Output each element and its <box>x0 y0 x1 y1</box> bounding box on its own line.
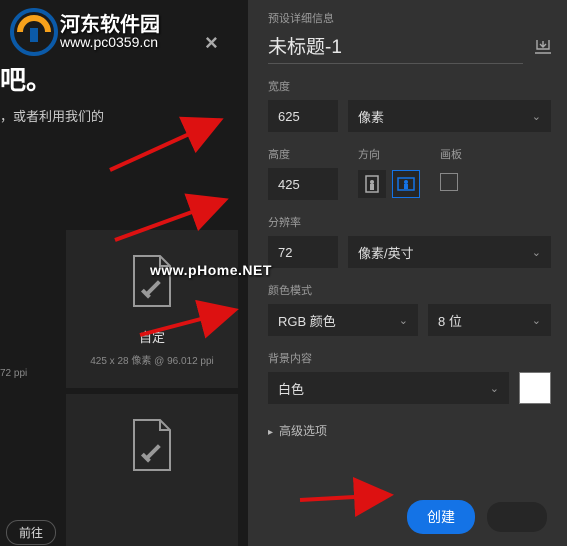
width-label: 宽度 <box>268 78 551 94</box>
dropdown-value: 8 位 <box>438 311 462 330</box>
watermark-center: www.pHome.NET <box>150 262 272 278</box>
left-meta-text: 72 ppi <box>0 368 27 379</box>
dropdown-value: 像素 <box>358 107 384 126</box>
height-input[interactable] <box>268 168 338 200</box>
preset-tile-2[interactable] <box>66 394 238 546</box>
background-dropdown[interactable]: 白色 ⌄ <box>268 372 509 404</box>
create-button[interactable]: 创建 <box>407 500 475 534</box>
artboard-checkbox[interactable] <box>440 173 458 191</box>
colormode-dropdown[interactable]: RGB 颜色 ⌄ <box>268 304 418 336</box>
dropdown-value: 像素/英寸 <box>358 243 414 262</box>
chevron-down-icon: ⌄ <box>532 110 541 123</box>
watermark-site-url: www.pc0359.cn <box>60 34 158 50</box>
colormode-label: 颜色模式 <box>268 282 551 298</box>
goto-button[interactable]: 前往 <box>6 520 56 545</box>
height-label: 高度 <box>268 146 338 162</box>
watermark-logo-icon <box>10 8 58 56</box>
preset-tile-custom[interactable]: 自定 425 x 28 像素 @ 96.012 ppi <box>66 230 238 388</box>
save-preset-icon[interactable] <box>535 40 551 57</box>
resolution-unit-dropdown[interactable]: 像素/英寸 ⌄ <box>348 236 551 268</box>
tile-label: 自定 <box>66 327 238 346</box>
document-icon <box>130 418 174 472</box>
width-input[interactable] <box>268 100 338 132</box>
dropdown-value: RGB 颜色 <box>278 311 336 330</box>
orientation-label: 方向 <box>358 146 420 162</box>
advanced-options-toggle[interactable]: ▸ 高级选项 <box>268 422 551 439</box>
advanced-options-label: 高级选项 <box>279 424 327 438</box>
tile-meta: 425 x 28 像素 @ 96.012 ppi <box>66 352 238 367</box>
chevron-down-icon: ⌄ <box>532 246 541 259</box>
left-subtext: ，或者利用我们的 <box>0 106 104 125</box>
resolution-label: 分辨率 <box>268 214 551 230</box>
watermark-site-name: 河东软件园 <box>60 8 160 37</box>
close-icon[interactable]: × <box>205 30 218 56</box>
document-title-input[interactable]: 未标题-1 <box>268 32 523 64</box>
secondary-button[interactable] <box>487 502 547 532</box>
artboard-label: 画板 <box>440 146 462 162</box>
dropdown-value: 白色 <box>278 379 304 398</box>
orientation-landscape-button[interactable] <box>392 170 420 198</box>
chevron-down-icon: ⌄ <box>532 314 541 327</box>
background-color-swatch[interactable] <box>519 372 551 404</box>
chevron-down-icon: ⌄ <box>490 382 499 395</box>
background-label: 背景内容 <box>268 350 551 366</box>
width-unit-dropdown[interactable]: 像素 ⌄ <box>348 100 551 132</box>
left-heading: 吧。 <box>0 60 52 97</box>
orientation-portrait-button[interactable] <box>358 170 386 198</box>
chevron-down-icon: ⌄ <box>399 314 408 327</box>
colordepth-dropdown[interactable]: 8 位 ⌄ <box>428 304 551 336</box>
preset-info-label: 预设详细信息 <box>268 10 551 26</box>
right-pane: 预设详细信息 未标题-1 宽度 像素 ⌄ 高度 方向 <box>248 0 567 546</box>
triangle-right-icon: ▸ <box>268 427 273 438</box>
resolution-input[interactable] <box>268 236 338 268</box>
